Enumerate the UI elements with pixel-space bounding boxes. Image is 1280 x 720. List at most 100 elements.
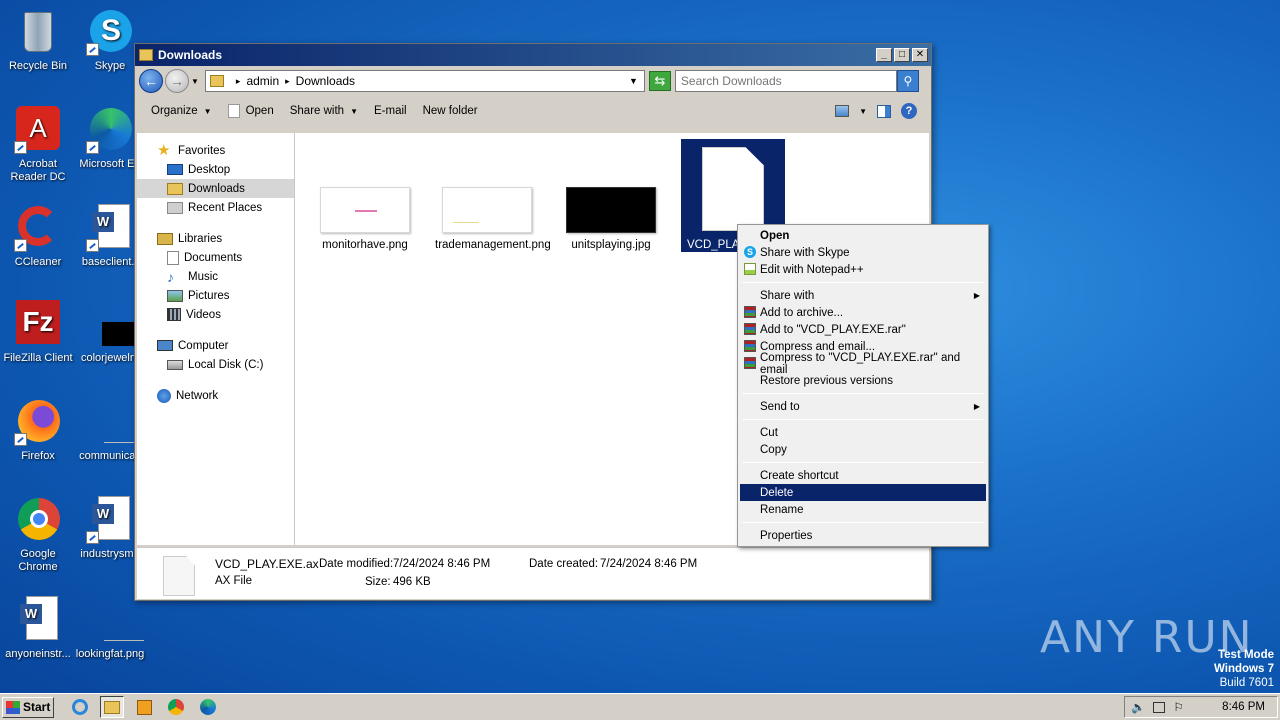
file-icon (227, 104, 240, 118)
menu-item-notepad[interactable]: Edit with Notepad++ (740, 261, 986, 278)
taskbar-ie[interactable] (68, 696, 92, 718)
desktop-icon-anyoneinstr[interactable]: W anyoneinstr... (0, 596, 76, 661)
context-menu[interactable]: Open S Share with Skype Edit with Notepa… (737, 224, 989, 547)
desktop-icon-recycle-bin[interactable]: Recycle Bin (0, 8, 76, 73)
nav-desktop[interactable]: Desktop (137, 160, 294, 179)
menu-item-restore-versions[interactable]: Restore previous versions (740, 372, 986, 389)
details-pane: VCD_PLAY.EXE.ax AX File Date modified: 7… (137, 547, 929, 599)
forward-button[interactable]: → (165, 69, 189, 93)
word-document-icon: W (14, 596, 62, 644)
nav-computer[interactable]: Computer (137, 336, 294, 355)
back-button[interactable]: ← (139, 69, 163, 93)
desktop-icon-filezilla[interactable]: Fz FileZilla Client (0, 300, 76, 365)
details-size-value: 496 KB (393, 576, 431, 588)
volume-icon[interactable]: 🔈 (1131, 700, 1145, 714)
desktop-icon-ccleaner[interactable]: CCleaner (0, 204, 76, 269)
maximize-button[interactable]: □ (894, 48, 910, 62)
new-folder-button[interactable]: New folder (415, 105, 486, 117)
pictures-icon (167, 289, 183, 302)
network-tray-icon[interactable] (1153, 701, 1166, 713)
help-icon[interactable]: ? (901, 103, 917, 119)
nav-downloads[interactable]: Downloads (137, 179, 294, 198)
start-button[interactable]: Start (2, 696, 54, 718)
acrobat-icon: A (14, 106, 62, 154)
menu-item-add-archive[interactable]: Add to archive... (740, 304, 986, 321)
menu-item-copy[interactable]: Copy (740, 441, 986, 458)
taskbar-edge[interactable] (196, 696, 220, 718)
blank-file-icon (86, 398, 144, 446)
file-item[interactable]: unitsplaying.jpg (559, 187, 663, 252)
email-button[interactable]: E-mail (366, 105, 415, 117)
filezilla-icon: Fz (14, 300, 62, 348)
word-document-icon: W (86, 204, 134, 252)
title-bar[interactable]: Downloads _ □ ✕ (135, 44, 931, 66)
navigation-pane[interactable]: ★ Favorites Desktop Downloads Recent Pla… (137, 133, 295, 545)
nav-local-disk[interactable]: Local Disk (C:) (137, 355, 294, 374)
image-thumbnail (566, 187, 656, 233)
desktop-icon-chrome[interactable]: Google Chrome (0, 496, 76, 574)
nav-documents[interactable]: Documents (137, 248, 294, 267)
menu-item-create-shortcut[interactable]: Create shortcut (740, 467, 986, 484)
taskbar-chrome[interactable] (164, 696, 188, 718)
menu-item-delete[interactable]: Delete (740, 484, 986, 501)
nav-recent-places[interactable]: Recent Places (137, 198, 294, 217)
menu-item-properties[interactable]: Properties (740, 527, 986, 544)
system-tray: 🔈 ⚐ 8:46 PM (1124, 696, 1278, 718)
menu-item-add-rar[interactable]: Add to "VCD_PLAY.EXE.rar" (740, 321, 986, 338)
refresh-button[interactable]: ⇆ (648, 71, 671, 91)
libraries-icon (157, 232, 173, 245)
nav-network[interactable]: Network (137, 386, 294, 405)
menu-item-open[interactable]: Open (740, 227, 986, 244)
search-icon[interactable]: ⚲ (896, 70, 919, 92)
chevron-down-icon: ▼ (203, 106, 212, 116)
nav-videos[interactable]: Videos (137, 305, 294, 324)
nav-pictures[interactable]: Pictures (137, 286, 294, 305)
search-input[interactable] (674, 70, 897, 92)
address-bar[interactable]: ▸ admin ▸ Downloads ▼ (204, 70, 645, 92)
menu-item-cut[interactable]: Cut (740, 424, 986, 441)
clock[interactable]: 8:46 PM (1222, 701, 1265, 713)
breadcrumb-admin[interactable]: admin (246, 74, 279, 88)
breadcrumb-downloads[interactable]: Downloads (296, 74, 355, 88)
image-thumbnail-icon (86, 300, 146, 348)
internet-explorer-icon (72, 699, 88, 715)
chevron-down-icon: ▼ (350, 106, 358, 116)
downloads-folder-icon (167, 182, 183, 195)
history-dropdown-icon[interactable]: ▼ (191, 77, 199, 86)
taskbar: Start 🔈 ⚐ 8:46 PM (0, 693, 1280, 720)
menu-item-rename[interactable]: Rename (740, 501, 986, 518)
chrome-icon (14, 496, 62, 544)
minimize-button[interactable]: _ (876, 48, 892, 62)
desktop-icon-lookingfat[interactable]: lookingfat.png (72, 596, 148, 661)
nav-libraries[interactable]: Libraries (137, 229, 294, 248)
menu-item-share-with[interactable]: Share with ▶ (740, 287, 986, 304)
chevron-right-icon[interactable]: ▸ (236, 76, 241, 87)
organize-button[interactable]: Organize ▼ (143, 105, 220, 117)
image-thumbnail (442, 187, 532, 233)
taskbar-explorer[interactable] (100, 696, 124, 718)
menu-item-send-to[interactable]: Send to ▶ (740, 398, 986, 415)
file-item[interactable]: trademanagement.png (435, 187, 551, 252)
action-center-flag-icon[interactable]: ⚐ (1173, 700, 1183, 714)
chevron-right-icon[interactable]: ▸ (285, 76, 290, 87)
chevron-down-icon[interactable]: ▼ (629, 76, 638, 86)
share-with-button[interactable]: Share with ▼ (282, 105, 366, 117)
change-view-icon[interactable] (835, 105, 850, 117)
media-player-icon (136, 699, 152, 715)
file-item[interactable]: monitorhave.png (313, 187, 417, 252)
desktop-icon-firefox[interactable]: Firefox (0, 398, 76, 463)
menu-item-compress-rar-email[interactable]: Compress to "VCD_PLAY.EXE.rar" and email (740, 352, 986, 376)
folder-icon (104, 700, 120, 714)
nav-favorites[interactable]: ★ Favorites (137, 141, 294, 160)
menu-item-share-skype[interactable]: S Share with Skype (740, 244, 986, 261)
details-created-value: 7/24/2024 8:46 PM (600, 558, 698, 570)
generic-file-icon (163, 556, 195, 596)
open-button[interactable]: Open (220, 104, 282, 118)
close-button[interactable]: ✕ (912, 48, 928, 62)
windows-logo-icon (6, 700, 20, 714)
desktop-icon-acrobat[interactable]: A Acrobat Reader DC (0, 106, 76, 184)
taskbar-media-player[interactable] (132, 696, 156, 718)
nav-music[interactable]: ♪ Music (137, 267, 294, 286)
preview-pane-icon[interactable] (877, 104, 891, 118)
chevron-down-icon[interactable]: ▼ (859, 107, 867, 116)
